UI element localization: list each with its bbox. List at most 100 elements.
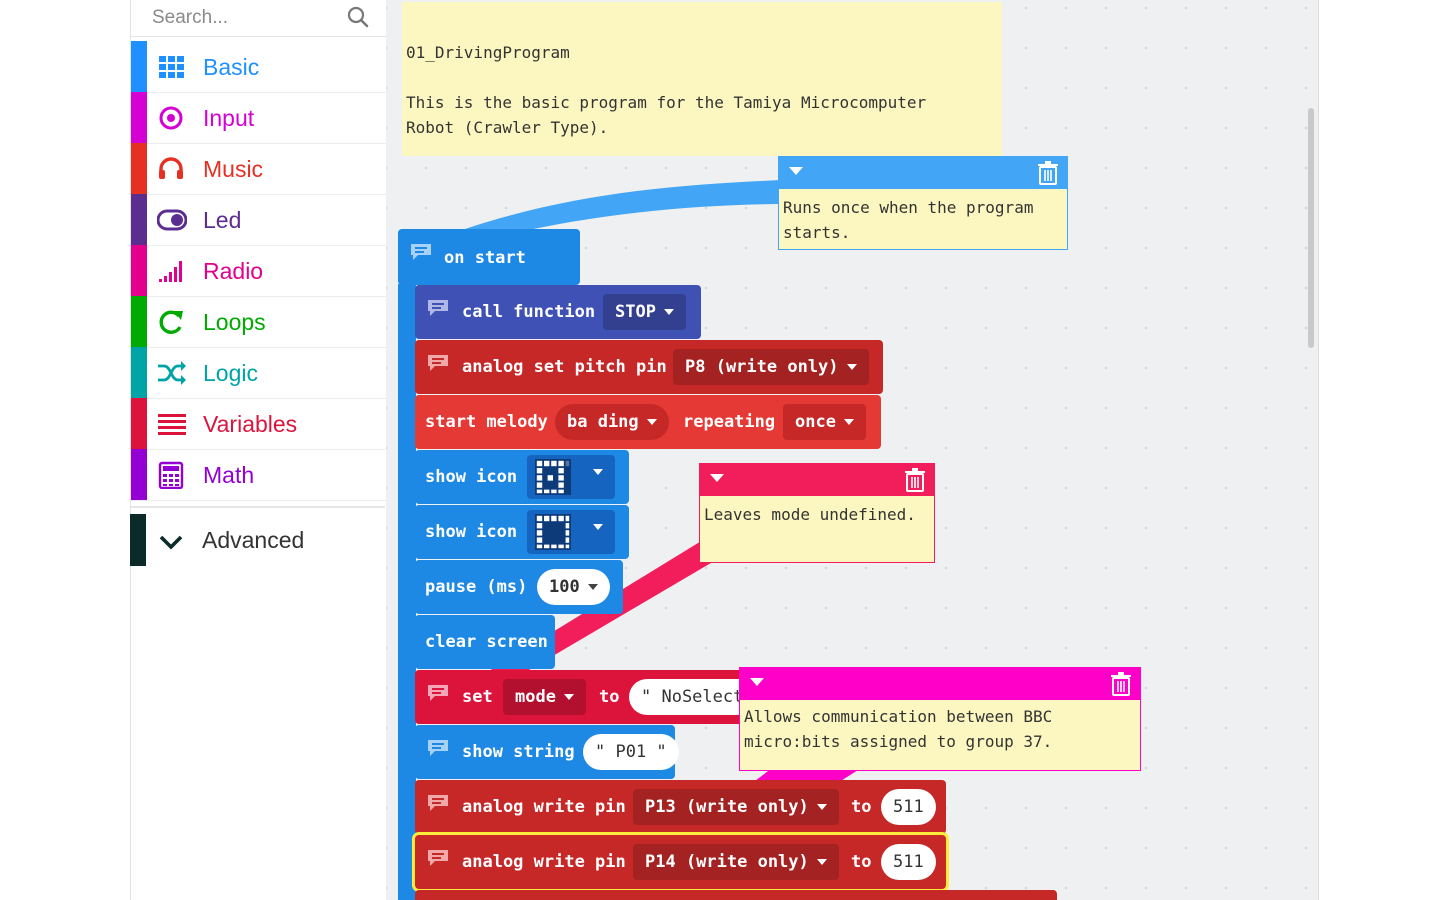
- start-melody-block[interactable]: start melody ba ding repeating once: [415, 395, 881, 449]
- write-pin-value: P14 (write only): [645, 852, 809, 872]
- pause-block[interactable]: pause (ms) 100: [415, 560, 623, 614]
- repeat-mode-dropdown[interactable]: once: [783, 404, 866, 440]
- analog-write-block[interactable]: analog write pin P13 (write only) to 511: [415, 780, 946, 834]
- repeating-label: repeating: [683, 412, 776, 432]
- toolbox-sidebar: Basic Input Music Led: [130, 0, 386, 900]
- clear-screen-label: clear screen: [425, 632, 548, 652]
- show-string-block[interactable]: show string " P01 ": [415, 725, 679, 779]
- analog-write-block-selected[interactable]: analog write pin P14 (write only) to 511: [415, 835, 946, 889]
- category-music[interactable]: Music: [131, 143, 386, 195]
- category-color-bar: [131, 449, 147, 500]
- category-color-bar: [131, 296, 147, 347]
- show-icon-label: show icon: [425, 522, 518, 542]
- show-string-label: show string: [462, 742, 575, 762]
- category-color-bar: [131, 41, 147, 92]
- pause-value-field[interactable]: 100: [537, 569, 610, 605]
- repeat-mode-value: once: [795, 412, 836, 432]
- show-icon-block[interactable]: show icon: [415, 450, 629, 504]
- search-icon[interactable]: [345, 4, 371, 30]
- headphones-icon: [159, 157, 183, 179]
- list-lines-icon: [158, 414, 186, 435]
- collapse-caret-icon[interactable]: [710, 474, 724, 482]
- program-header-comment[interactable]: 01_DrivingProgram This is the basic prog…: [402, 2, 1002, 156]
- write-value: 511: [893, 852, 924, 872]
- melody-value: ba ding: [567, 412, 639, 432]
- code-workspace[interactable]: 01_DrivingProgram This is the basic prog…: [386, 0, 1318, 900]
- category-input[interactable]: Input: [131, 92, 386, 144]
- comment-icon[interactable]: [427, 299, 449, 317]
- write-pin-dropdown[interactable]: P14 (write only): [633, 844, 839, 880]
- grid-icon: [159, 56, 184, 78]
- comment-icon[interactable]: [427, 739, 449, 757]
- string-value-field[interactable]: " P01 ": [583, 734, 679, 770]
- comment-header[interactable]: [779, 157, 1067, 189]
- function-name-dropdown[interactable]: STOP: [603, 294, 686, 330]
- search-input[interactable]: [131, 0, 354, 36]
- next-block-partial[interactable]: [415, 890, 1057, 900]
- mode-comment[interactable]: Leaves mode undefined.: [699, 463, 935, 563]
- category-basic[interactable]: Basic: [131, 41, 386, 93]
- category-label: Music: [203, 156, 264, 182]
- on-start-comment[interactable]: Runs once when the program starts.: [778, 156, 1068, 250]
- radio-group-comment[interactable]: Allows communication between BBC micro:b…: [739, 667, 1141, 771]
- clear-screen-block[interactable]: clear screen: [415, 615, 555, 669]
- pitch-pin-dropdown[interactable]: P8 (write only): [673, 349, 869, 385]
- write-value-field[interactable]: 511: [881, 789, 936, 825]
- comment-text[interactable]: Allows communication between BBC micro:b…: [744, 704, 1136, 754]
- caret-down-icon: [593, 524, 603, 530]
- trash-icon[interactable]: [902, 467, 928, 493]
- category-math[interactable]: Math: [131, 449, 386, 501]
- comment-icon[interactable]: [427, 849, 449, 867]
- trash-icon[interactable]: [1108, 671, 1134, 697]
- comment-icon[interactable]: [427, 794, 449, 812]
- category-logic[interactable]: Logic: [131, 347, 386, 399]
- comment-header[interactable]: [740, 668, 1140, 700]
- melody-dropdown[interactable]: ba ding: [555, 404, 669, 440]
- workspace-scrollbar[interactable]: [1308, 108, 1314, 348]
- analog-set-pitch-block[interactable]: analog set pitch pin P8 (write only): [415, 340, 883, 394]
- chevron-down-icon: [159, 535, 183, 550]
- variable-value: mode: [515, 687, 556, 707]
- variable-dropdown[interactable]: mode: [503, 679, 586, 715]
- category-color-bar: [130, 514, 146, 566]
- analog-write-label: analog write pin: [462, 797, 626, 817]
- collapse-caret-icon[interactable]: [789, 167, 803, 175]
- category-loops[interactable]: Loops: [131, 296, 386, 348]
- comment-text[interactable]: Leaves mode undefined.: [704, 502, 930, 527]
- call-function-label: call function: [462, 302, 596, 322]
- function-name-value: STOP: [615, 302, 656, 322]
- write-pin-dropdown[interactable]: P13 (write only): [633, 789, 839, 825]
- collapse-caret-icon[interactable]: [750, 678, 764, 686]
- page-margin: [1318, 0, 1440, 900]
- show-icon-label: show icon: [425, 467, 518, 487]
- comment-text[interactable]: Runs once when the program starts.: [783, 195, 1063, 245]
- category-color-bar: [131, 347, 147, 398]
- icon-picker-dropdown[interactable]: [527, 510, 615, 554]
- comment-icon[interactable]: [427, 354, 449, 372]
- category-led[interactable]: Led: [131, 194, 386, 246]
- category-label: Logic: [203, 360, 258, 386]
- category-advanced[interactable]: Advanced: [130, 514, 385, 566]
- signal-bars-icon: [159, 261, 182, 282]
- refresh-icon: [159, 310, 183, 334]
- category-label: Input: [203, 105, 255, 131]
- string-value: " P01 ": [595, 742, 667, 762]
- comment-icon[interactable]: [427, 684, 449, 702]
- call-function-block[interactable]: call function STOP: [415, 285, 701, 339]
- category-color-bar: [131, 194, 147, 245]
- icon-picker-dropdown[interactable]: [527, 455, 615, 499]
- show-icon-block-2[interactable]: show icon: [415, 505, 629, 559]
- set-value: " NoSelect: [641, 687, 744, 707]
- category-radio[interactable]: Radio: [131, 245, 386, 297]
- toggle-icon: [157, 209, 187, 231]
- target-icon: [159, 106, 183, 130]
- set-variable-block[interactable]: set mode to " NoSelect: [415, 670, 795, 724]
- analog-set-pitch-label: analog set pitch pin: [462, 357, 667, 377]
- category-variables[interactable]: Variables: [131, 398, 386, 450]
- trash-icon[interactable]: [1035, 160, 1061, 186]
- on-start-block[interactable]: on start: [398, 229, 580, 285]
- comment-header[interactable]: [700, 464, 934, 496]
- caret-down-icon: [593, 469, 603, 475]
- comment-icon[interactable]: [410, 243, 432, 261]
- write-value-field[interactable]: 511: [881, 844, 936, 880]
